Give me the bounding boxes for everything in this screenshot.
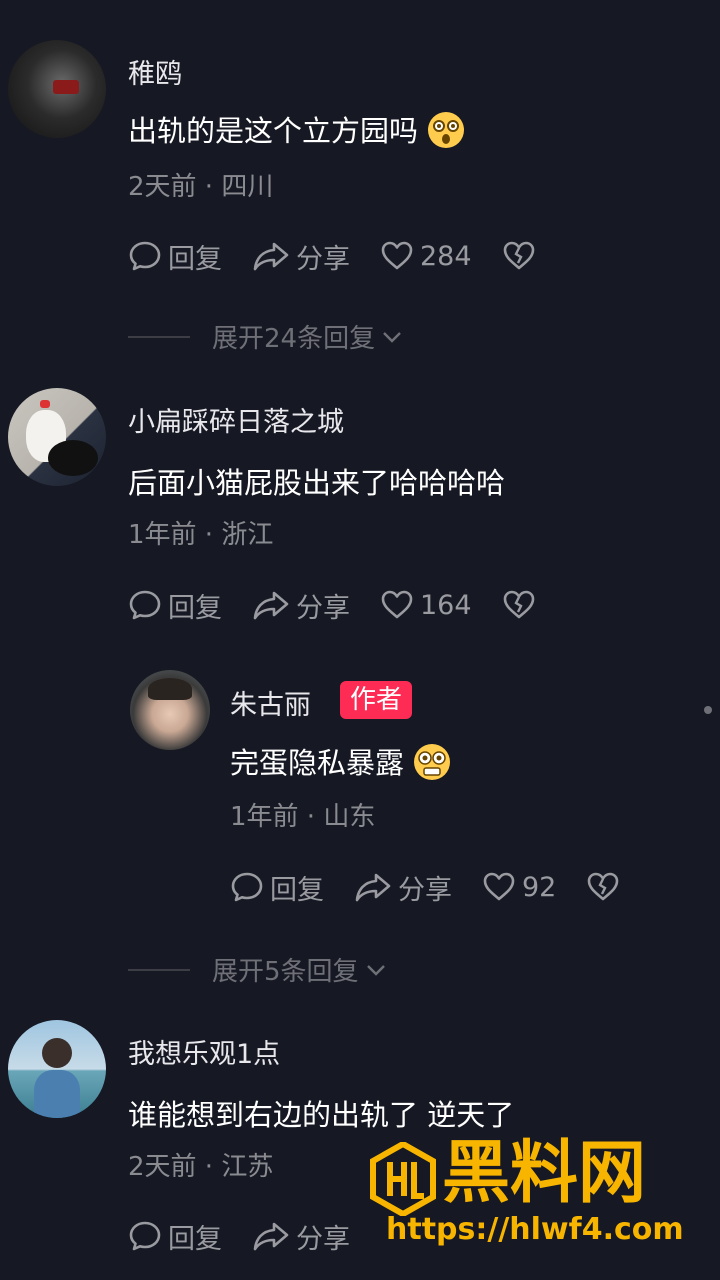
author-badge: 作者 — [340, 681, 413, 719]
share-icon — [253, 591, 289, 620]
share-label: 分享 — [398, 874, 452, 906]
reply-button[interactable]: 回复 — [128, 1217, 222, 1256]
divider-line — [128, 335, 190, 338]
dislike-button[interactable] — [586, 870, 626, 904]
like-button[interactable]: 164 — [380, 588, 472, 622]
reply-icon — [129, 590, 161, 620]
share-button[interactable]: 分享 — [252, 586, 350, 625]
like-button[interactable]: 284 — [380, 239, 472, 273]
avatar[interactable] — [8, 388, 106, 486]
comment-actions: 回复 分享 92 — [230, 867, 656, 907]
comment-text: 出轨的是这个立方园吗 — [128, 114, 419, 148]
share-icon — [253, 1222, 289, 1251]
share-label: 分享 — [296, 592, 350, 624]
location: 山东 — [323, 802, 376, 832]
flushed-face-emoji-icon — [412, 742, 452, 789]
reply-label: 回复 — [168, 592, 222, 624]
heart-icon — [381, 241, 413, 270]
timestamp: 2天前 — [128, 1152, 197, 1182]
heart-icon — [381, 590, 413, 619]
username[interactable]: 稚鸥 — [128, 52, 182, 91]
reply-button[interactable]: 回复 — [128, 237, 222, 276]
dizzy-face-emoji-icon — [426, 110, 466, 157]
avatar[interactable] — [8, 40, 106, 138]
reply-icon — [231, 872, 263, 902]
broken-heart-icon — [503, 590, 534, 619]
location: 四川 — [221, 172, 274, 202]
watermark-logo: 黑料网 https://hlwf4.com — [370, 1134, 700, 1270]
like-count: 284 — [420, 240, 472, 272]
comment-text: 谁能想到右边的出轨了 逆天了 — [128, 1098, 515, 1132]
username[interactable]: 朱古丽 — [230, 683, 311, 722]
chevron-down-icon — [366, 964, 385, 976]
location: 江苏 — [221, 1152, 274, 1182]
comment-text-row: 完蛋隐私暴露 — [230, 740, 452, 789]
watermark-brand: 黑料网 — [442, 1134, 647, 1213]
reply-label: 回复 — [168, 1223, 222, 1255]
comment-meta: 1年前 · 山东 — [230, 802, 376, 832]
dislike-button[interactable] — [502, 239, 542, 273]
comment-text: 完蛋隐私暴露 — [230, 746, 405, 780]
reply-label: 回复 — [270, 874, 324, 906]
hl-logo-icon — [370, 1142, 436, 1216]
like-button[interactable]: 92 — [482, 870, 556, 904]
share-icon — [253, 242, 289, 271]
divider-line — [128, 968, 190, 971]
avatar[interactable] — [130, 670, 210, 750]
dislike-button[interactable] — [502, 588, 542, 622]
comment-meta: 2天前 · 四川 — [128, 172, 274, 202]
username[interactable]: 小扁踩碎日落之城 — [128, 400, 344, 439]
more-options-icon[interactable] — [704, 706, 712, 714]
like-count: 164 — [420, 589, 472, 621]
expand-replies-button[interactable]: 展开24条回复 — [128, 318, 405, 355]
avatar[interactable] — [8, 1020, 106, 1118]
share-button[interactable]: 分享 — [252, 237, 350, 276]
comment-meta: 1年前 · 浙江 — [128, 520, 274, 550]
share-icon — [355, 873, 391, 902]
expand-replies-button[interactable]: 展开5条回复 — [128, 951, 389, 988]
comment-actions: 回复 分享 — [128, 1216, 380, 1256]
comment-actions: 回复 分享 164 — [128, 585, 572, 625]
comment-meta: 2天前 · 江苏 — [128, 1152, 274, 1182]
chevron-down-icon — [383, 331, 401, 343]
expand-label: 展开24条回复 — [212, 324, 376, 354]
timestamp: 1年前 — [230, 802, 299, 832]
comment-text-row: 出轨的是这个立方园吗 — [128, 108, 466, 157]
reply-icon — [129, 1221, 161, 1251]
share-button[interactable]: 分享 — [252, 1217, 350, 1256]
reply-button[interactable]: 回复 — [128, 586, 222, 625]
watermark-url: https://hlwf4.com — [386, 1212, 684, 1247]
timestamp: 2天前 — [128, 172, 197, 202]
location: 浙江 — [221, 520, 274, 550]
broken-heart-icon — [503, 241, 534, 270]
reply-icon — [129, 241, 161, 271]
expand-label: 展开5条回复 — [212, 957, 359, 987]
share-label: 分享 — [296, 243, 350, 275]
reply-button[interactable]: 回复 — [230, 868, 324, 907]
like-count: 92 — [522, 871, 557, 903]
comment-text: 后面小猫屁股出来了哈哈哈哈 — [128, 466, 506, 500]
share-label: 分享 — [296, 1223, 350, 1255]
share-button[interactable]: 分享 — [354, 868, 452, 907]
timestamp: 1年前 — [128, 520, 197, 550]
heart-icon — [483, 872, 515, 901]
username[interactable]: 我想乐观1点 — [128, 1032, 280, 1071]
comment-actions: 回复 分享 284 — [128, 236, 572, 276]
reply-label: 回复 — [168, 243, 222, 275]
broken-heart-icon — [588, 872, 619, 901]
